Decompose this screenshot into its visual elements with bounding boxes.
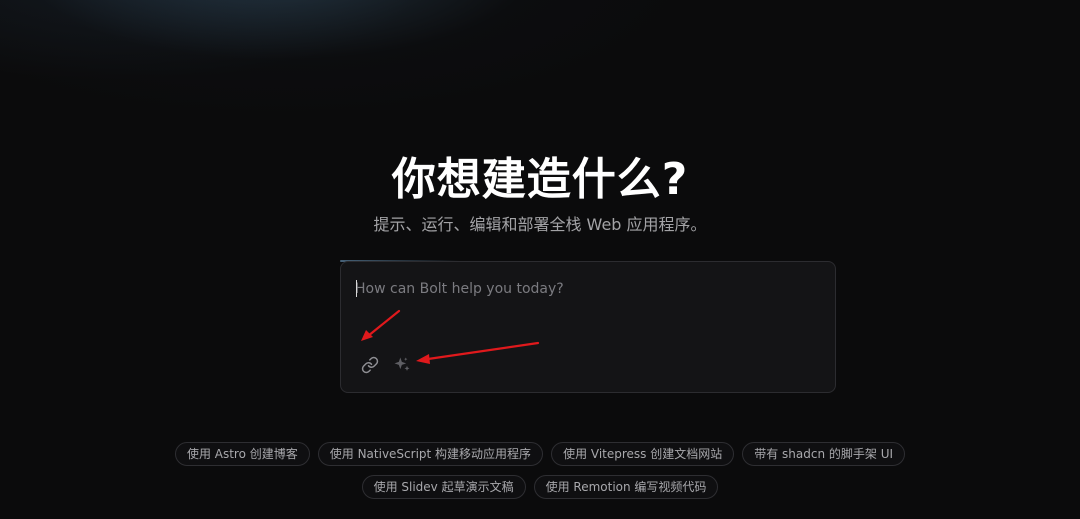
prompt-input[interactable] — [355, 276, 819, 302]
prompt-box — [340, 261, 836, 393]
suggestion-chip[interactable]: 使用 Vitepress 创建文档网站 — [551, 442, 735, 466]
suggestion-row-1: 使用 Astro 创建博客 使用 NativeScript 构建移动应用程序 使… — [0, 442, 1080, 466]
page-title: 你想建造什么? — [391, 154, 689, 205]
page-subtitle: 提示、运行、编辑和部署全栈 Web 应用程序。 — [373, 215, 707, 234]
text-caret — [356, 280, 357, 297]
suggestion-row-2: 使用 Slidev 起草演示文稿 使用 Remotion 编写视频代码 — [0, 475, 1080, 499]
link-icon — [361, 356, 379, 374]
suggestion-chip[interactable]: 使用 Remotion 编写视频代码 — [533, 475, 719, 499]
sparkles-icon — [394, 357, 410, 371]
page: 你想建造什么? 提示、运行、编辑和部署全栈 Web 应用程序。 How can … — [0, 0, 1080, 519]
enhance-prompt-button[interactable] — [390, 353, 414, 377]
suggestion-chip[interactable]: 使用 Astro 创建博客 — [174, 442, 310, 466]
suggestion-chip[interactable]: 带有 shadcn 的脚手架 UI — [742, 442, 906, 466]
suggestion-chip[interactable]: 使用 NativeScript 构建移动应用程序 — [317, 442, 544, 466]
attach-button[interactable] — [358, 353, 382, 377]
suggestion-chip[interactable]: 使用 Slidev 起草演示文稿 — [361, 475, 526, 499]
